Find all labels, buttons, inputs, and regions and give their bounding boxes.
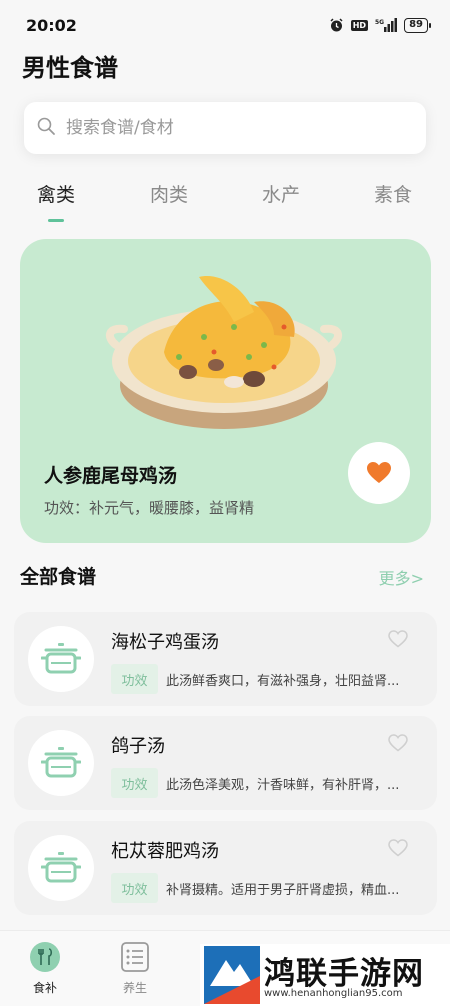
nav-item-health[interactable]: 养生 (105, 941, 165, 996)
watermark-logo (204, 946, 260, 1004)
favorite-button[interactable] (348, 442, 410, 504)
signal-icon: 5G (375, 18, 398, 32)
recipe-card[interactable]: 鸽子汤 功效 此汤色泽美观，汁香味鲜，有补肝肾，... (14, 716, 437, 810)
recipe-card[interactable]: 杞苁蓉肥鸡汤 功效 补肾摄精。适用于男子肝肾虚损，精血... (14, 821, 437, 915)
recipe-name: 海松子鸡蛋汤 (111, 632, 219, 653)
site-watermark: 鸿联手游网 www.henanhonglian95.com (200, 944, 450, 1006)
food-icon (30, 942, 60, 972)
tab-poultry[interactable]: 禽类 (16, 180, 96, 207)
search-icon (36, 116, 56, 140)
benefit-tag: 功效 (111, 873, 158, 903)
heart-outline-icon[interactable] (388, 734, 408, 756)
search-bar[interactable] (24, 102, 426, 154)
featured-recipe-card[interactable]: 人参鹿尾母鸡汤 功效：补元气，暖腰膝，益肾精 (20, 239, 431, 543)
recipe-description: 补肾摄精。适用于男子肝肾虚损，精血... (166, 883, 400, 898)
category-tabs: 禽类 肉类 水产 素食 (0, 180, 450, 224)
search-input[interactable] (66, 118, 396, 138)
pot-icon (28, 626, 94, 692)
clock: 20:02 (26, 15, 77, 35)
recipe-name: 杞苁蓉肥鸡汤 (111, 841, 219, 862)
recipe-name: 鸽子汤 (111, 736, 165, 757)
featured-recipe-benefits: 功效：补元气，暖腰膝，益肾精 (44, 499, 255, 517)
heart-outline-icon[interactable] (388, 839, 408, 861)
alarm-icon (329, 17, 344, 33)
more-link[interactable]: 更多> (379, 565, 424, 589)
active-tab-indicator (48, 219, 64, 222)
soup-bowl-illustration (105, 276, 343, 429)
status-icons: HD 5G 89 (329, 17, 431, 33)
all-recipes-header: 全部食谱 更多> (20, 562, 424, 588)
nav-label: 养生 (122, 981, 147, 995)
list-icon (121, 942, 149, 972)
status-bar: 20:02 HD 5G 89 (0, 0, 450, 50)
watermark-name: 鸿联手游网 (264, 956, 424, 992)
pot-icon (28, 730, 94, 796)
tab-seafood[interactable]: 水产 (241, 180, 321, 207)
tab-vegetarian[interactable]: 素食 (353, 180, 433, 207)
battery-indicator: 89 (404, 17, 431, 33)
watermark-url: www.henanhonglian95.com (264, 988, 403, 999)
nav-item-food[interactable]: 食补 (15, 941, 75, 996)
featured-recipe-title: 人参鹿尾母鸡汤 (44, 465, 178, 487)
benefit-tag: 功效 (111, 768, 158, 798)
heart-outline-icon[interactable] (388, 630, 408, 652)
heart-icon (367, 462, 391, 483)
svg-text:5G: 5G (375, 19, 384, 26)
section-title: 全部食谱 (20, 566, 97, 588)
recipe-card[interactable]: 海松子鸡蛋汤 功效 此汤鲜香爽口，有滋补强身，壮阳益肾... (14, 612, 437, 706)
recipe-description: 此汤鲜香爽口，有滋补强身，壮阳益肾... (166, 674, 400, 689)
page-title: 男性食谱 (22, 54, 118, 82)
tab-meat[interactable]: 肉类 (129, 180, 209, 207)
recipe-description: 此汤色泽美观，汁香味鲜，有补肝肾，... (166, 778, 400, 793)
benefit-tag: 功效 (111, 664, 158, 694)
pot-icon (28, 835, 94, 901)
hd-icon: HD (350, 19, 369, 31)
nav-label: 食补 (32, 981, 57, 995)
